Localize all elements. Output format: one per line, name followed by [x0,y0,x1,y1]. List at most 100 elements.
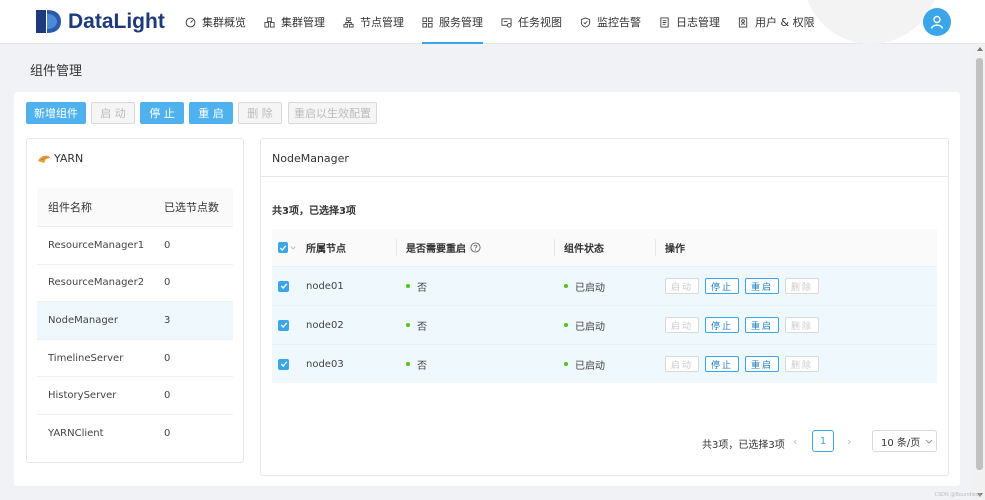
chevron-down-icon [925,439,933,444]
component-count: 0 [164,352,171,364]
component-count: 3 [164,314,171,326]
row-restart-button[interactable]: 重启 [745,356,780,372]
row-checkbox[interactable] [278,358,289,370]
page-title: 组件管理 [30,64,83,79]
table-row[interactable]: ResourceManager1 0 [37,226,233,264]
component-table: 组件名称 已选节点数 ResourceManager1 0 ResourceMa… [37,188,233,452]
table-header: 组件名称 已选节点数 [37,188,233,226]
status-dot [564,323,568,327]
row-start-button[interactable]: 启动 [665,278,700,294]
column-header-actions: 操作 [665,244,685,255]
restart-cell: 否 [396,279,554,294]
table-row[interactable]: node02 否 已启动 启动 停止 重启 删除 [272,305,937,344]
start-button[interactable]: 启 动 [91,102,135,124]
column-header-node: 所属节点 [306,244,346,255]
table-row-selected[interactable]: NodeManager 3 [37,301,233,339]
table-row[interactable]: node01 否 已启动 启动 停止 重启 删除 [272,266,937,305]
column-separator [396,239,397,256]
cluster-icon [264,16,275,28]
divider [261,176,948,177]
next-page-icon[interactable]: › [847,435,851,448]
component-name: ResourceManager1 [48,239,145,251]
grid-icon [422,16,433,28]
service-title: YARN [37,152,83,165]
user-permission-icon [738,16,748,28]
nav-label: 集群概览 [202,16,246,29]
table-row[interactable]: ResourceManager2 0 [37,263,233,302]
nav-label: 用户 & 权限 [755,16,815,29]
nav-label: 任务视图 [518,16,562,29]
status-dot [406,362,410,366]
table-row[interactable]: TimelineServer 0 [37,338,233,377]
column-header-status: 组件状态 [564,244,604,255]
pagination-info: 共3项，已选择3项 [702,440,785,451]
add-component-button[interactable]: 新增组件 [26,102,86,124]
row-start-button[interactable]: 启动 [665,317,700,333]
row-delete-button[interactable]: 删除 [785,278,820,294]
node-name: node03 [306,358,344,370]
detail-title: NodeManager [272,152,349,165]
node-tree-icon [343,16,354,28]
nav-monitoring-alerts[interactable]: 监控告警 [571,0,650,44]
stop-button[interactable]: 停 止 [140,102,184,124]
component-count: 0 [164,277,171,289]
table-row[interactable]: HistoryServer 0 [37,376,233,414]
column-header-restart: 是否需要重启 [396,240,554,255]
nav-task-view[interactable]: 任务视图 [492,0,571,44]
restart-value: 否 [417,282,427,294]
restart-cell: 否 [396,357,554,372]
component-detail-panel: NodeManager 共3项，已选择3项 所属节点 是否需要重启 组件状态 操… [260,138,949,476]
node-name: node01 [306,280,344,292]
component-list-panel: YARN 组件名称 已选节点数 ResourceManager1 0 Resou… [26,138,244,463]
datalight-logo-icon [36,10,61,33]
component-count: 0 [164,390,171,402]
status-cell: 已启动 [554,318,655,333]
nav-cluster-overview[interactable]: 集群概览 [176,0,255,44]
row-start-button[interactable]: 启动 [665,356,700,372]
row-restart-button[interactable]: 重启 [745,317,780,333]
status-value: 已启动 [575,360,605,372]
delete-button[interactable]: 删 除 [238,102,282,124]
scroll-thumb[interactable] [976,58,983,470]
status-cell: 已启动 [554,357,655,372]
action-cell: 启动 停止 重启 删除 [655,317,937,333]
brand-name: DataLight [68,9,165,33]
component-count: 0 [164,427,171,439]
nav-cluster-management[interactable]: 集群管理 [255,0,334,44]
watermark: CSDN @Boundless [934,492,981,498]
row-delete-button[interactable]: 删除 [785,317,820,333]
row-stop-button[interactable]: 停止 [705,317,740,333]
nav-node-management[interactable]: 节点管理 [334,0,413,44]
prev-page-icon[interactable]: ‹ [793,435,797,448]
page-size-select[interactable]: 10 条/页 [872,430,937,452]
table-row[interactable]: YARNClient 0 [37,413,233,452]
selection-summary: 共3项，已选择3项 [272,206,356,217]
table-row[interactable]: node03 否 已启动 启动 停止 重启 删除 [272,344,937,383]
app-logo[interactable]: DataLight [34,8,165,35]
nav-log-management[interactable]: 日志管理 [650,0,729,44]
nav-service-management[interactable]: 服务管理 [413,0,492,44]
restart-apply-config-button[interactable]: 重启以生效配置 [288,102,377,124]
nav-label: 监控告警 [597,16,641,29]
question-circle-icon[interactable] [470,242,481,253]
row-delete-button[interactable]: 删除 [785,356,820,372]
nav-label: 日志管理 [676,16,720,29]
column-header-restart-label: 是否需要重启 [406,244,466,255]
row-checkbox[interactable] [278,319,289,331]
scroll-up-arrow-icon[interactable] [977,47,983,51]
action-cell: 启动 停止 重启 删除 [655,356,937,372]
page-scrollbar[interactable] [974,44,985,500]
select-all-checkbox[interactable] [278,242,288,253]
nav-user-permissions[interactable]: 用户 & 权限 [729,0,824,44]
row-checkbox[interactable] [278,280,289,292]
user-avatar[interactable] [923,8,951,36]
restart-button[interactable]: 重 启 [189,102,233,124]
page-number-button[interactable]: 1 [812,430,834,452]
status-dot [564,362,568,366]
status-cell: 已启动 [554,279,655,294]
row-restart-button[interactable]: 重启 [745,278,780,294]
check-icon [280,361,287,367]
table-header: 所属节点 是否需要重启 组件状态 操作 [272,229,937,266]
row-stop-button[interactable]: 停止 [705,278,740,294]
row-stop-button[interactable]: 停止 [705,356,740,372]
